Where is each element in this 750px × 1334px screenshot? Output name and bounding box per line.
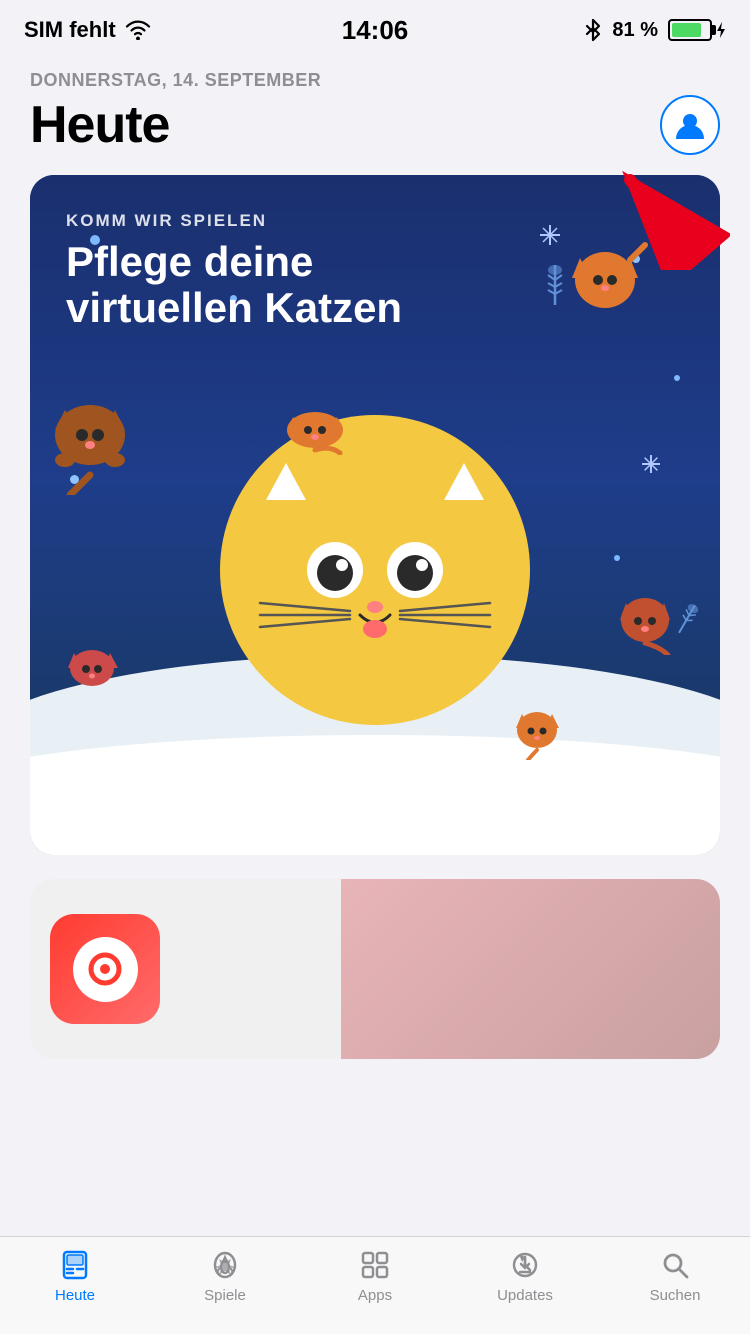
battery-indicator	[668, 19, 726, 41]
spiele-icon	[207, 1247, 243, 1283]
star-4	[674, 375, 680, 381]
profile-button[interactable]	[660, 95, 720, 155]
app-icon-preview	[50, 914, 160, 1024]
tab-spiele-label: Spiele	[204, 1287, 246, 1304]
star-6	[614, 555, 620, 561]
tab-spiele[interactable]: Spiele	[150, 1247, 300, 1304]
updates-icon	[507, 1247, 543, 1283]
cat-on-moon	[275, 395, 355, 455]
status-carrier: SIM fehlt	[24, 17, 152, 43]
cat-ground-right	[510, 690, 565, 760]
tab-suchen[interactable]: Suchen	[600, 1247, 750, 1304]
page-title: Heute	[30, 95, 169, 155]
sparkle-1	[540, 225, 560, 245]
featured-card[interactable]: KOMM WIR SPIELEN Pflege deine virtuellen…	[30, 175, 720, 855]
cat-left	[40, 375, 140, 495]
card-header: KOMM WIR SPIELEN Pflege deine virtuellen…	[66, 211, 446, 331]
second-card-background	[341, 879, 721, 1059]
bluetooth-icon	[584, 18, 602, 42]
heute-icon	[57, 1247, 93, 1283]
tab-suchen-label: Suchen	[650, 1287, 701, 1304]
suchen-icon	[657, 1247, 693, 1283]
apps-icon	[357, 1247, 393, 1283]
cat-top-right	[560, 230, 650, 320]
tab-heute[interactable]: Heute	[0, 1247, 150, 1304]
status-time: 14:06	[342, 15, 409, 46]
profile-icon	[674, 109, 706, 141]
app-icon-inner	[73, 937, 138, 1002]
charging-icon	[716, 22, 726, 38]
wifi-icon	[124, 20, 152, 40]
card-desc-text: Schnurrige Spiele für echte Katzenliebha…	[66, 791, 684, 819]
tab-apps-label: Apps	[358, 1287, 392, 1304]
card-description: Schnurrige Spiele für echte Katzenliebha…	[66, 791, 684, 819]
status-right: 81 %	[584, 18, 726, 42]
main-content: DONNERSTAG, 14. SEPTEMBER Heute	[0, 70, 750, 1059]
card-subtitle: KOMM WIR SPIELEN	[66, 211, 446, 231]
tab-updates-label: Updates	[497, 1287, 553, 1304]
sparkle-2	[642, 455, 660, 473]
tab-heute-label: Heute	[55, 1287, 95, 1304]
cat-face-svg	[220, 415, 530, 725]
second-card-preview[interactable]	[30, 879, 720, 1059]
tab-bar: Heute Spiele App	[0, 1236, 750, 1334]
tab-updates[interactable]: Updates	[450, 1247, 600, 1304]
date-label: DONNERSTAG, 14. SEPTEMBER	[30, 70, 720, 91]
tab-apps[interactable]: Apps	[300, 1247, 450, 1304]
card-title: Pflege deine virtuellen Katzen	[66, 239, 446, 331]
cat-bottom-right	[610, 575, 680, 655]
page-title-row: Heute	[30, 95, 720, 155]
status-bar: SIM fehlt 14:06 81 %	[0, 0, 750, 60]
cat-bottom-left	[60, 630, 125, 695]
app-icon-graphic	[85, 949, 125, 989]
